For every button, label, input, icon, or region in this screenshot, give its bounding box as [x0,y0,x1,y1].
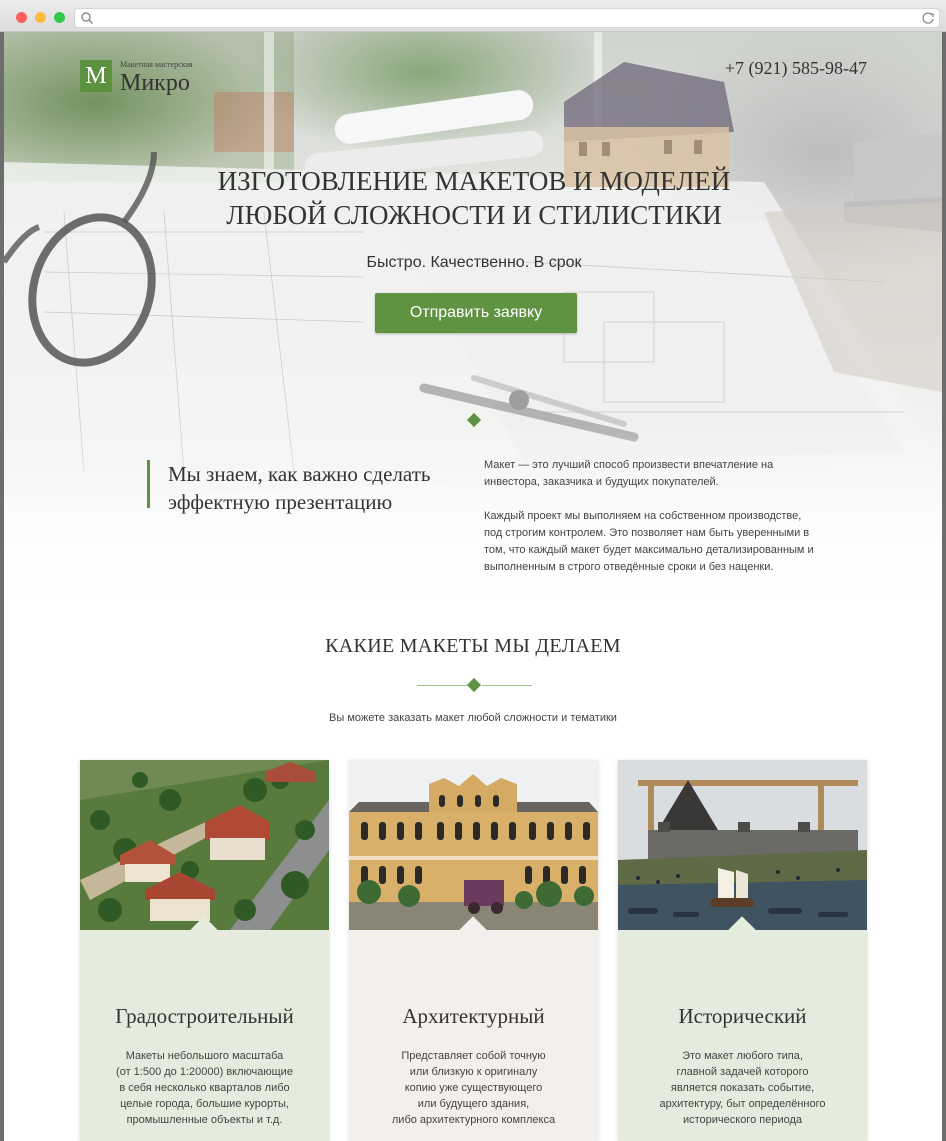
logo-tagline: Макетная мастерская [120,60,193,69]
card-description-line: копию уже существующего [404,1082,543,1094]
card-description-line: в себя несколько кварталов либо [119,1082,290,1094]
card-description-line: или близкую к оригиналу [409,1066,538,1078]
intro-heading-line: эффектную презентацию [168,490,393,514]
section-title: КАКИЕ МАКЕТЫ МЫ ДЕЛАЕМ [325,635,621,657]
card-description-line: Макеты небольшого масштаба [125,1050,284,1062]
card-title: Архитектурный [402,1004,545,1028]
card-description: Это макет любого типа, главной задачей к… [628,1048,857,1128]
section-subtitle: Вы можете заказать макет любой сложности… [329,712,617,724]
historical-model-photo [618,760,867,930]
intro-heading-line: Мы знаем, как важно сделать [168,462,431,486]
card-description-line: Это макет любого типа, [682,1050,803,1062]
maximize-window-button[interactable] [54,12,65,23]
intro-text: Макет — это лучший способ произвести впе… [484,457,814,593]
divider-line [417,685,467,686]
hero-title: ИЗГОТОВЛЕНИЕ МАКЕТОВ И МОДЕЛЕЙ ЛЮБОЙ СЛО… [124,164,824,232]
card-description-line: архитектуру, быт определённого [659,1098,826,1110]
architectural-model-photo [349,760,598,930]
divider-line [482,685,532,686]
card-description: Макеты небольшого масштаба (от 1:500 до … [90,1048,319,1128]
browser-toolbar [0,0,946,32]
hero-subtitle: Быстро. Качественно. В срок [366,254,582,271]
card-description-line: главной задачей которого [676,1066,809,1078]
card-description-line: является показать событие, [670,1082,815,1094]
card-title: Градостроительный [115,1004,294,1028]
phone-number[interactable]: +7 (921) 585-98-47 [725,58,867,79]
intro-paragraph: Макет — это лучший способ произвести впе… [484,459,774,488]
divider-diamond [466,677,482,693]
card-urban-model[interactable]: Градостроительный Макеты небольшого масш… [80,760,329,1141]
card-description-line: целые города, большие курорты, [120,1098,289,1110]
card-description: Представляет собой точную или близкую к … [359,1048,588,1128]
address-bar[interactable] [74,8,940,28]
card-description-line: промышленные объекты и т.д. [126,1114,283,1126]
reload-icon[interactable] [921,11,935,25]
logo-name: Микро [120,70,190,96]
card-description-line: (от 1:500 до 1:20000) включающие [116,1066,293,1078]
card-historical-model[interactable]: Исторический Это макет любого типа, глав… [618,760,867,1141]
send-request-button[interactable]: Отправить заявку [375,293,577,333]
intro-paragraph: Каждый проект мы выполняем на собственно… [484,510,814,573]
search-icon [81,12,93,24]
card-architectural-model[interactable]: Архитектурный Представляет собой точную … [349,760,598,1141]
logo-mark: М [80,60,112,92]
hero-title-line: ЛЮБОЙ СЛОЖНОСТИ И СТИЛИСТИКИ [226,200,722,230]
card-description-line: либо архитектурного комплекса [391,1114,556,1126]
card-title: Исторический [678,1004,807,1028]
web-page: М Макетная мастерская Микро +7 (921) 585… [4,32,942,1141]
card-description-line: Представляет собой точную [401,1050,546,1062]
card-description-line: или будущего здания, [417,1098,530,1110]
site-logo[interactable]: М Макетная мастерская Микро [80,60,220,100]
hero-title-line: ИЗГОТОВЛЕНИЕ МАКЕТОВ И МОДЕЛЕЙ [217,166,731,196]
close-window-button[interactable] [16,12,27,23]
minimize-window-button[interactable] [35,12,46,23]
card-description-line: исторического периода [682,1114,803,1126]
intro-heading: Мы знаем, как важно сделать эффектную пр… [147,460,457,514]
urban-model-photo [80,760,329,930]
